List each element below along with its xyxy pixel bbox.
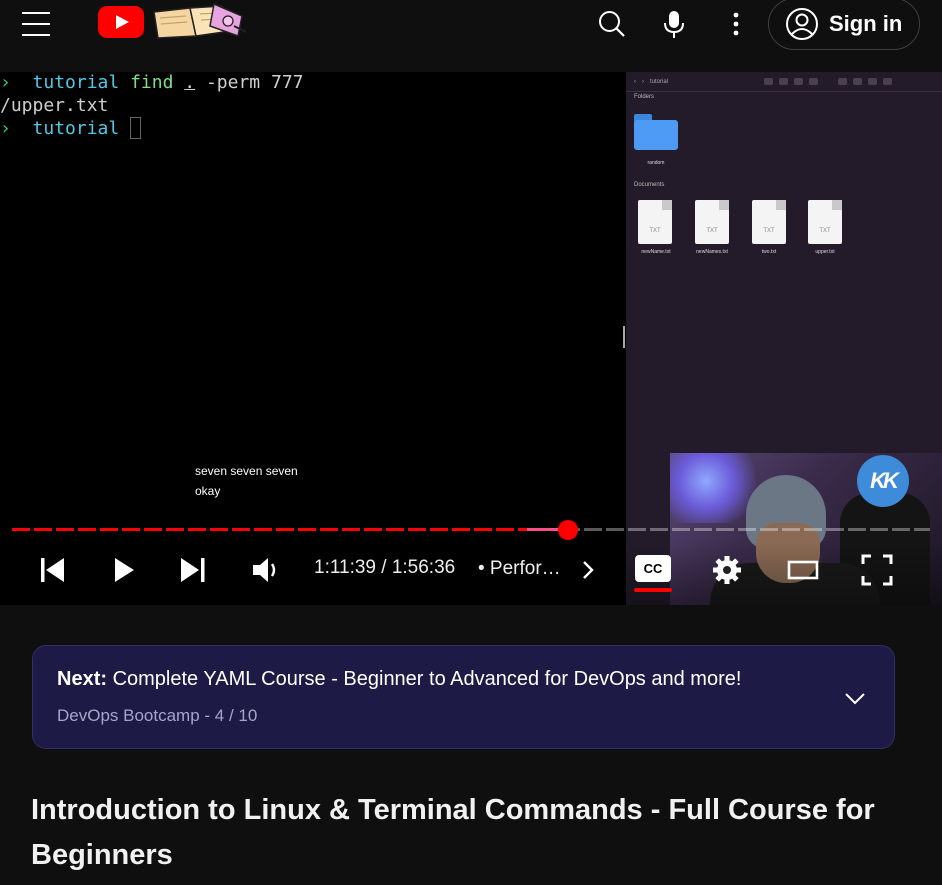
next-title: Next: Complete YAML Course - Beginner to…: [57, 668, 742, 690]
finder-toolbar: ‹ › tutorial: [626, 72, 942, 92]
txt-file-icon: TXT: [752, 200, 786, 244]
play-icon[interactable]: [108, 554, 140, 586]
file-name: newName.txt: [641, 249, 671, 255]
txt-file-icon: TXT: [638, 200, 672, 244]
caption-line: okay: [195, 484, 221, 498]
back-icon: ‹: [634, 78, 636, 85]
youtube-logo[interactable]: [98, 6, 144, 38]
forward-icon: ›: [642, 78, 644, 85]
microphone-icon[interactable]: [654, 4, 694, 44]
finder-path: tutorial: [650, 78, 669, 85]
menu-icon[interactable]: [22, 12, 52, 36]
file-name: upper.txt: [815, 249, 835, 255]
chevron-right-icon[interactable]: [578, 554, 598, 586]
previous-icon[interactable]: [36, 554, 68, 586]
caption-line: seven seven seven: [195, 464, 298, 478]
playlist-info: DevOps Bootcamp - 4 / 10: [57, 706, 258, 725]
terminal-line: › tutorial: [0, 117, 626, 140]
split-divider: [623, 326, 625, 348]
txt-file-icon: TXT: [808, 200, 842, 244]
file-name: two.txt: [761, 249, 777, 255]
time-display: 1:11:39 / 1:56:36: [314, 557, 456, 578]
next-in-playlist-card[interactable]: Next: Complete YAML Course - Beginner to…: [32, 645, 895, 749]
next-icon[interactable]: [177, 554, 209, 586]
fullscreen-icon[interactable]: [860, 554, 894, 586]
terminal-output: /upper.txt: [0, 94, 109, 116]
folder-icon: [634, 114, 678, 150]
subtitles-icon[interactable]: CC: [635, 555, 671, 582]
chapter-title[interactable]: • Perfor…: [478, 558, 561, 580]
terminal-line: › tutorial find . -perm 777: [0, 72, 304, 93]
folders-label: Folders: [634, 94, 655, 100]
file-name: newNames.txt: [696, 249, 728, 255]
video-player[interactable]: › tutorial find . -perm 777 /upper.txt ›…: [0, 72, 942, 605]
progress-played: [12, 528, 569, 531]
volume-icon[interactable]: [248, 554, 284, 586]
progress-bar[interactable]: [12, 520, 930, 540]
search-icon[interactable]: [592, 4, 632, 44]
theater-mode-icon[interactable]: [786, 554, 820, 586]
documents-label: Documents: [634, 182, 665, 188]
top-bar: Sign in: [0, 0, 942, 64]
account-icon: [786, 8, 818, 40]
terminal-pane: › tutorial find . -perm 777 /upper.txt ›…: [0, 72, 626, 605]
sign-in-label: Sign in: [829, 11, 903, 36]
channel-badge: KK: [857, 455, 909, 507]
more-vertical-icon[interactable]: [716, 4, 756, 44]
doodle-illustration[interactable]: [150, 2, 250, 40]
settings-icon[interactable]: [710, 554, 744, 586]
video-title: Introduction to Linux & Terminal Command…: [31, 794, 875, 871]
folder-name: random: [647, 160, 665, 166]
chevron-down-icon[interactable]: [843, 686, 867, 710]
sign-in-button[interactable]: Sign in: [768, 0, 920, 50]
subtitles-active-indicator: [634, 588, 672, 592]
txt-file-icon: TXT: [695, 200, 729, 244]
